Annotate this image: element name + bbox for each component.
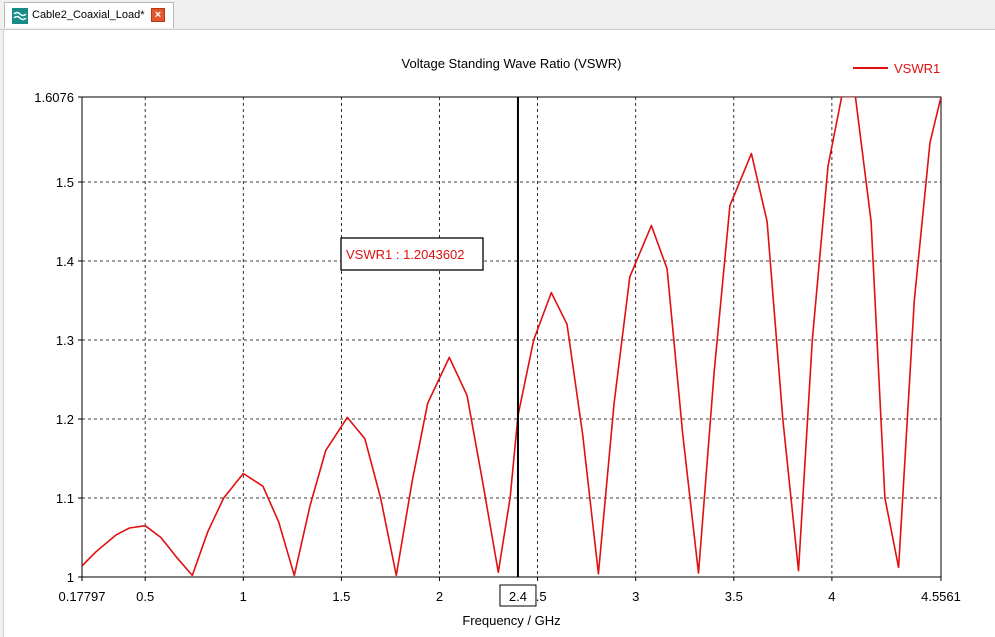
document-tab-bar: Cable2_Coaxial_Load* × [0, 0, 995, 30]
series-line-vswr1 [82, 97, 941, 577]
y-tick-label: 1.3 [56, 333, 74, 348]
plot-panel: Voltage Standing Wave Ratio (VSWR) 0.1779… [3, 30, 995, 637]
x-tick-label: 1.5 [332, 589, 350, 604]
vswr-chart: Voltage Standing Wave Ratio (VSWR) 0.1779… [34, 56, 961, 628]
tab-cable2-coaxial-load[interactable]: Cable2_Coaxial_Load* × [4, 2, 174, 28]
x-tick-label: 3.5 [725, 589, 743, 604]
tab-title: Cable2_Coaxial_Load* [32, 9, 145, 21]
marker-x-label: 2.4 [509, 589, 527, 604]
y-tick-label: 1 [67, 570, 74, 585]
chart-title: Voltage Standing Wave Ratio (VSWR) [402, 56, 622, 71]
x-tick-label: 1 [240, 589, 247, 604]
x-axis-label: Frequency / GHz [462, 613, 560, 628]
legend-label-vswr1: VSWR1 [894, 61, 940, 76]
close-icon[interactable]: × [151, 8, 165, 22]
x-tick-label: 0.5 [136, 589, 154, 604]
y-tick-label: 1.6076 [34, 90, 74, 105]
y-tick-label: 1.1 [56, 491, 74, 506]
y-tick-label: 1.4 [56, 254, 74, 269]
x-tick-label: 4 [828, 589, 835, 604]
marker-readout: VSWR1 : 1.2043602 [346, 247, 465, 262]
x-tick-label: 2 [436, 589, 443, 604]
y-tick-label: 1.2 [56, 412, 74, 427]
x-tick-label: 0.17797 [59, 589, 106, 604]
y-tick-label: 1.5 [56, 175, 74, 190]
x-tick-label: 3 [632, 589, 639, 604]
x-tick-label: 4.5561 [921, 589, 961, 604]
waveform-icon [12, 8, 28, 24]
